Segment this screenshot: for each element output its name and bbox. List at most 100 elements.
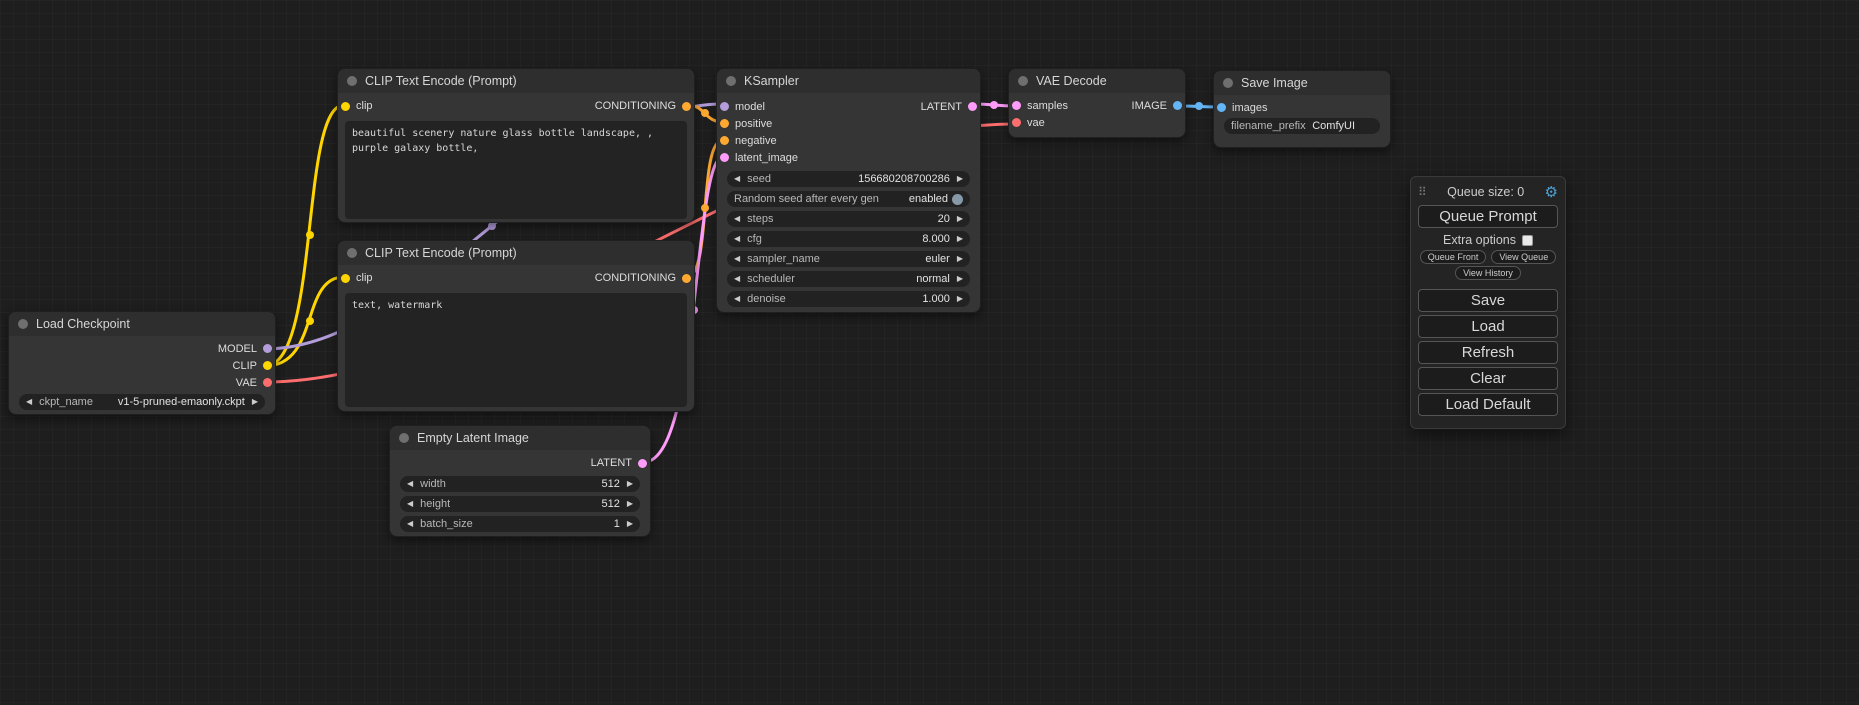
link-midpoint-dot <box>701 204 709 212</box>
next-value-arrow-icon[interactable]: ▶ <box>627 480 633 488</box>
prev-value-arrow-icon[interactable]: ◀ <box>734 295 740 303</box>
next-value-arrow-icon[interactable]: ▶ <box>957 275 963 283</box>
graph-canvas[interactable]: Load Checkpoint MODEL CLIP VAE <box>0 0 1859 705</box>
next-value-arrow-icon[interactable]: ▶ <box>627 520 633 528</box>
extra-options-checkbox[interactable] <box>1522 235 1533 246</box>
node-clip-negative-titlebar[interactable]: CLIP Text Encode (Prompt) <box>338 241 694 265</box>
collapse-toggle-icon[interactable] <box>726 76 736 86</box>
toggle-knob-icon[interactable] <box>952 194 963 205</box>
input-label-negative: negative <box>735 135 777 147</box>
next-value-arrow-icon[interactable]: ▶ <box>957 175 963 183</box>
next-value-arrow-icon[interactable]: ▶ <box>957 215 963 223</box>
widget-filename-prefix[interactable]: filename_prefix ComfyUI <box>1224 118 1380 134</box>
settings-gear-icon[interactable]: ⚙ <box>1545 185 1558 200</box>
widget-ckpt-name[interactable]: ◀ ckpt_name v1-5-pruned-emaonly.ckpt ▶ <box>19 394 265 410</box>
output-slot-vae[interactable] <box>263 378 272 387</box>
node-empty-latent-image[interactable]: Empty Latent Image LATENT ◀ width 512 ▶ … <box>389 425 651 537</box>
save-button[interactable]: Save <box>1418 289 1558 312</box>
next-value-arrow-icon[interactable]: ▶ <box>957 235 963 243</box>
next-value-arrow-icon[interactable]: ▶ <box>252 398 258 406</box>
prev-value-arrow-icon[interactable]: ◀ <box>734 255 740 263</box>
collapse-toggle-icon[interactable] <box>1018 76 1028 86</box>
prev-value-arrow-icon[interactable]: ◀ <box>407 500 413 508</box>
input-slot-positive[interactable] <box>720 119 729 128</box>
widget-batch-size[interactable]: ◀ batch_size 1 ▶ <box>400 516 640 532</box>
input-label-positive: positive <box>735 118 772 130</box>
collapse-toggle-icon[interactable] <box>347 248 357 258</box>
prev-value-arrow-icon[interactable]: ◀ <box>734 235 740 243</box>
drag-handle-icon[interactable]: ⠿ <box>1418 185 1427 199</box>
output-slot-latent[interactable] <box>968 102 977 111</box>
node-save-image[interactable]: Save Image images filename_prefix ComfyU… <box>1213 70 1391 148</box>
queue-size-label: Queue size: 0 <box>1431 185 1541 199</box>
input-slot-clip[interactable] <box>341 102 350 111</box>
input-slot-negative[interactable] <box>720 136 729 145</box>
input-slot-latent-image[interactable] <box>720 153 729 162</box>
node-vae-decode[interactable]: VAE Decode samples IMAGE vae <box>1008 68 1186 138</box>
input-slot-clip[interactable] <box>341 274 350 283</box>
queue-front-button[interactable]: Queue Front <box>1420 250 1487 264</box>
widget-cfg[interactable]: ◀ cfg 8.000 ▶ <box>727 231 970 247</box>
output-slot-conditioning[interactable] <box>682 102 691 111</box>
node-load-checkpoint-titlebar[interactable]: Load Checkpoint <box>9 312 275 336</box>
next-value-arrow-icon[interactable]: ▶ <box>957 255 963 263</box>
extra-options-row: Extra options <box>1418 233 1558 247</box>
slot-row: latent_image <box>717 149 980 166</box>
widget-sampler-name[interactable]: ◀ sampler_name euler ▶ <box>727 251 970 267</box>
output-slot-latent[interactable] <box>638 459 647 468</box>
collapse-toggle-icon[interactable] <box>399 433 409 443</box>
node-ksampler-titlebar[interactable]: KSampler <box>717 69 980 93</box>
node-vae-decode-titlebar[interactable]: VAE Decode <box>1009 69 1185 93</box>
widget-value: 20 <box>938 213 950 225</box>
clear-button[interactable]: Clear <box>1418 367 1558 390</box>
next-value-arrow-icon[interactable]: ▶ <box>627 500 633 508</box>
widget-steps[interactable]: ◀ steps 20 ▶ <box>727 211 970 227</box>
output-slot-conditioning[interactable] <box>682 274 691 283</box>
load-button[interactable]: Load <box>1418 315 1558 338</box>
widget-label: steps <box>747 213 773 225</box>
node-clip-positive-titlebar[interactable]: CLIP Text Encode (Prompt) <box>338 69 694 93</box>
prompt-textarea[interactable]: beautiful scenery nature glass bottle la… <box>345 121 687 219</box>
output-slot-image[interactable] <box>1173 101 1182 110</box>
widget-height[interactable]: ◀ height 512 ▶ <box>400 496 640 512</box>
view-history-button[interactable]: View History <box>1455 266 1521 280</box>
queue-prompt-button[interactable]: Queue Prompt <box>1418 205 1558 228</box>
prev-value-arrow-icon[interactable]: ◀ <box>734 175 740 183</box>
prev-value-arrow-icon[interactable]: ◀ <box>407 480 413 488</box>
widget-label: filename_prefix <box>1231 120 1306 132</box>
widget-label: cfg <box>747 233 762 245</box>
input-slot-samples[interactable] <box>1012 101 1021 110</box>
node-save-image-titlebar[interactable]: Save Image <box>1214 71 1390 95</box>
prev-value-arrow-icon[interactable]: ◀ <box>407 520 413 528</box>
input-slot-vae[interactable] <box>1012 118 1021 127</box>
prompt-textarea[interactable]: text, watermark <box>345 293 687 407</box>
input-slot-model[interactable] <box>720 102 729 111</box>
node-load-checkpoint[interactable]: Load Checkpoint MODEL CLIP VAE <box>8 311 276 415</box>
input-slot-images[interactable] <box>1217 103 1226 112</box>
widget-denoise[interactable]: ◀ denoise 1.000 ▶ <box>727 291 970 307</box>
widget-scheduler[interactable]: ◀ scheduler normal ▶ <box>727 271 970 287</box>
node-clip-text-encode-negative[interactable]: CLIP Text Encode (Prompt) clip CONDITION… <box>337 240 695 412</box>
prev-value-arrow-icon[interactable]: ◀ <box>26 398 32 406</box>
widget-seed[interactable]: ◀ seed 156680208700286 ▶ <box>727 171 970 187</box>
output-slot-clip[interactable] <box>263 361 272 370</box>
output-slot-model[interactable] <box>263 344 272 353</box>
prev-value-arrow-icon[interactable]: ◀ <box>734 215 740 223</box>
node-empty-latent-titlebar[interactable]: Empty Latent Image <box>390 426 650 450</box>
refresh-button[interactable]: Refresh <box>1418 341 1558 364</box>
collapse-toggle-icon[interactable] <box>18 319 28 329</box>
queue-panel: ⠿ Queue size: 0 ⚙ Queue Prompt Extra opt… <box>1410 176 1566 429</box>
widget-width[interactable]: ◀ width 512 ▶ <box>400 476 640 492</box>
widget-value: 156680208700286 <box>858 173 950 185</box>
load-default-button[interactable]: Load Default <box>1418 393 1558 416</box>
view-queue-button[interactable]: View Queue <box>1491 250 1556 264</box>
collapse-toggle-icon[interactable] <box>1223 78 1233 88</box>
next-value-arrow-icon[interactable]: ▶ <box>957 295 963 303</box>
widget-label: width <box>420 478 446 490</box>
widget-random-seed-toggle[interactable]: Random seed after every gen enabled <box>727 191 970 207</box>
collapse-toggle-icon[interactable] <box>347 76 357 86</box>
slot-row: positive <box>717 115 980 132</box>
node-clip-text-encode-positive[interactable]: CLIP Text Encode (Prompt) clip CONDITION… <box>337 68 695 223</box>
prev-value-arrow-icon[interactable]: ◀ <box>734 275 740 283</box>
node-ksampler[interactable]: KSampler model LATENT positive <box>716 68 981 313</box>
